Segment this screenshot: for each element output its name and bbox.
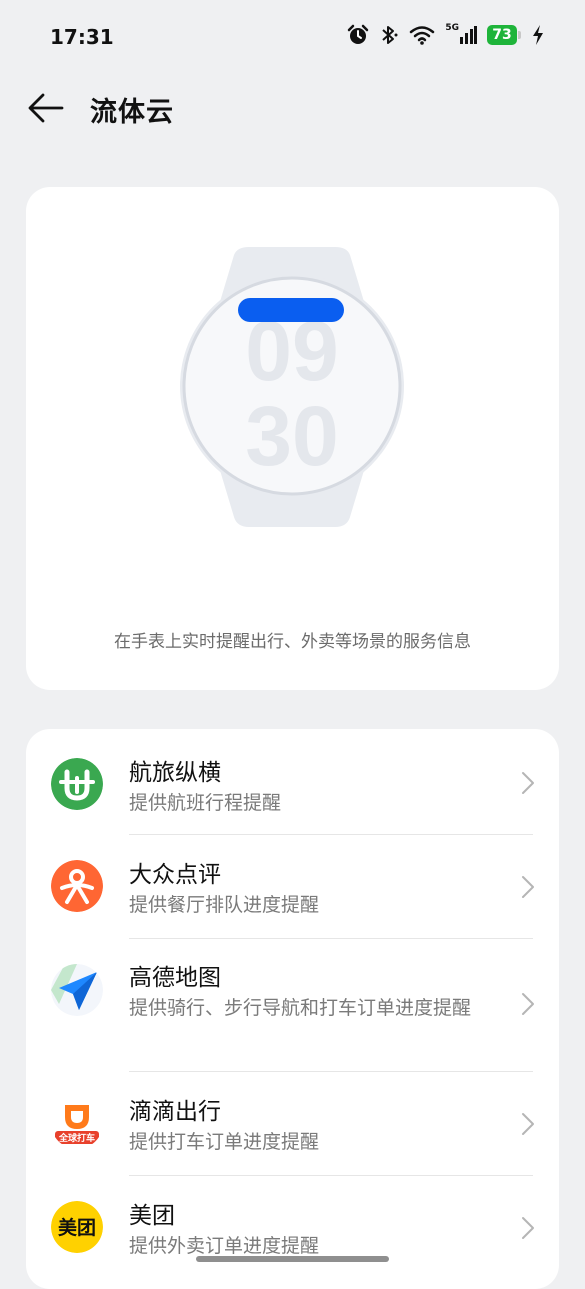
watch-minute: 30 bbox=[245, 389, 338, 483]
app-name: 大众点评 bbox=[129, 862, 221, 888]
chevron-right-icon bbox=[522, 1113, 534, 1135]
app-item-hanglv[interactable]: 航旅纵横 提供航班行程提醒 bbox=[26, 729, 559, 834]
header: 流体云 bbox=[0, 76, 585, 142]
battery-icon: 73 bbox=[487, 25, 521, 45]
status-icons: 5G 73 bbox=[347, 23, 545, 46]
app-name: 航旅纵横 bbox=[129, 760, 221, 786]
battery-level: 73 bbox=[487, 25, 517, 45]
chevron-right-icon bbox=[522, 993, 534, 1015]
notification-capsule bbox=[238, 298, 344, 322]
bluetooth-icon bbox=[379, 24, 399, 46]
chevron-right-icon bbox=[522, 1217, 534, 1239]
app-name: 高德地图 bbox=[129, 965, 221, 991]
watch-illustration: 09 30 bbox=[180, 247, 404, 527]
page-title: 流体云 bbox=[90, 97, 174, 128]
arrow-left-icon bbox=[28, 93, 64, 123]
hero-description: 在手表上实时提醒出行、外卖等场景的服务信息 bbox=[114, 632, 471, 652]
app-description: 提供餐厅排队进度提醒 bbox=[129, 894, 320, 916]
app-description: 提供打车订单进度提醒 bbox=[129, 1131, 320, 1153]
network-label: 5G bbox=[445, 23, 459, 33]
hanglv-app-icon bbox=[51, 758, 103, 810]
signal-icon: 5G bbox=[445, 23, 477, 45]
app-item-meituan[interactable]: 美团 美团 提供外卖订单进度提醒 bbox=[26, 1176, 559, 1286]
hero-card: 09 30 在手表上实时提醒出行、外卖等场景的服务信息 bbox=[26, 187, 559, 690]
app-list-card: 航旅纵横 提供航班行程提醒 大众点评 提供餐厅排队进度提醒 高德地图 提供骑行、… bbox=[26, 729, 559, 1289]
app-name: 滴滴出行 bbox=[129, 1099, 221, 1125]
app-item-dianping[interactable]: 大众点评 提供餐厅排队进度提醒 bbox=[26, 835, 559, 938]
app-description: 提供航班行程提醒 bbox=[129, 792, 282, 814]
chevron-right-icon bbox=[522, 876, 534, 898]
charging-icon bbox=[531, 24, 545, 46]
app-description: 提供骑行、步行导航和打车订单进度提醒 bbox=[129, 997, 472, 1019]
meituan-icon-text: 美团 bbox=[58, 1216, 96, 1239]
didi-icon-text: 全球打车 bbox=[58, 1132, 95, 1144]
status-bar: 17:31 5G 73 bbox=[0, 0, 585, 76]
chevron-right-icon bbox=[522, 772, 534, 794]
app-name: 美团 bbox=[129, 1203, 175, 1229]
meituan-app-icon: 美团 bbox=[51, 1201, 103, 1253]
amap-app-icon bbox=[51, 964, 103, 1016]
app-item-amap[interactable]: 高德地图 提供骑行、步行导航和打车订单进度提醒 bbox=[26, 939, 559, 1071]
app-item-didi[interactable]: 全球打车 滴滴出行 提供打车订单进度提醒 bbox=[26, 1072, 559, 1175]
wifi-icon bbox=[409, 25, 435, 45]
dianping-app-icon bbox=[51, 860, 103, 912]
didi-app-icon: 全球打车 bbox=[51, 1097, 103, 1149]
back-button[interactable] bbox=[24, 88, 68, 128]
home-indicator[interactable] bbox=[196, 1256, 389, 1262]
status-time: 17:31 bbox=[50, 25, 114, 49]
alarm-icon bbox=[347, 24, 369, 46]
